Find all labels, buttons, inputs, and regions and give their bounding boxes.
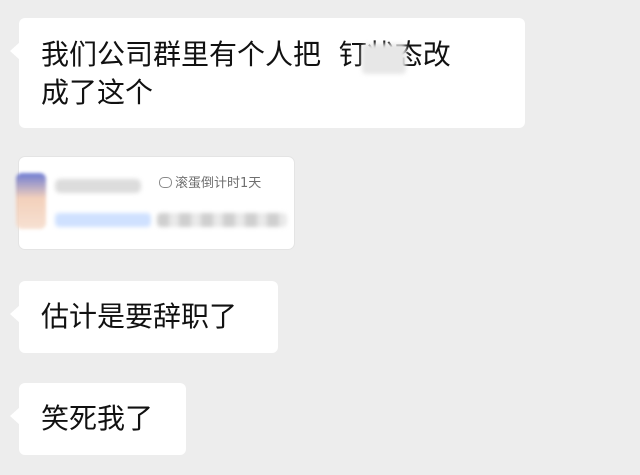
blurred-info-2 (157, 213, 287, 227)
chat-bubble-2[interactable]: 估计是要辞职了 (10, 281, 278, 353)
blurred-username (55, 179, 141, 193)
message-text-1: 我们公司群里有个人把 钉状态改 成了这个 (41, 38, 451, 109)
blurred-app-name (362, 44, 406, 74)
chat-bubble-icon (159, 177, 172, 188)
chat-bubble-1[interactable]: 我们公司群里有个人把 钉状态改 成了这个 (10, 18, 525, 128)
blurred-info-1 (55, 213, 151, 227)
message-text-3: 笑死我了 (41, 402, 154, 435)
screenshot-card[interactable]: 滚蛋倒计时1天 (16, 157, 294, 249)
blurred-avatar (16, 173, 46, 229)
status-text: 滚蛋倒计时1天 (175, 176, 262, 191)
status-line: 滚蛋倒计时1天 (159, 173, 261, 195)
message-text-2: 估计是要辞职了 (41, 300, 238, 333)
chat-bubble-3[interactable]: 笑死我了 (10, 383, 186, 455)
